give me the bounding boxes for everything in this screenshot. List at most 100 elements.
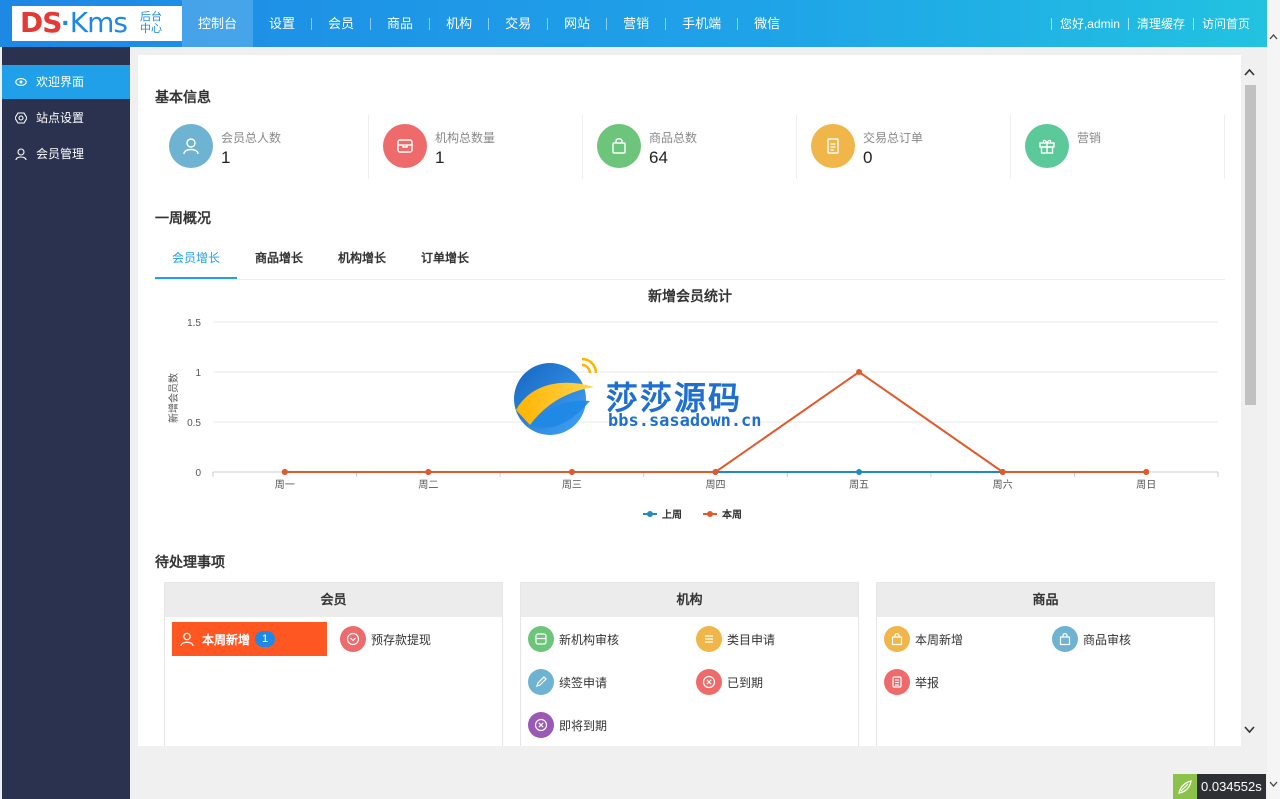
pending-item-label: 举报 xyxy=(915,675,940,690)
stat-value: 1 xyxy=(435,148,445,167)
legend-label[interactable]: 本周 xyxy=(722,508,742,521)
topnav-settings[interactable]: 设置 xyxy=(253,0,311,47)
pending-item-label: 商品审核 xyxy=(1083,632,1132,647)
window-scroll-down-icon[interactable] xyxy=(1267,777,1280,791)
debug-timer[interactable]: 0.034552s xyxy=(1173,774,1266,799)
chart-ylabel: 新增会员数 xyxy=(167,373,180,423)
sidebar-item-site-settings[interactable]: 站点设置 xyxy=(2,101,130,135)
topnav-members[interactable]: 会员 xyxy=(312,0,370,47)
series-point[interactable] xyxy=(712,469,719,475)
stat-label: 商品总数 xyxy=(649,131,698,145)
series-point[interactable] xyxy=(856,469,863,475)
stat-goods[interactable]: 商品总数 64 xyxy=(583,115,797,179)
pending-item-label: 即将到期 xyxy=(559,718,608,733)
scroll-up-icon[interactable] xyxy=(1241,63,1258,80)
y-tick-label: 0.5 xyxy=(187,418,201,429)
logo-subtitle: 后台 中心 xyxy=(140,11,170,35)
tab-member-growth[interactable]: 会员增长 xyxy=(155,242,238,279)
list-icon xyxy=(696,626,722,652)
pending-category-apply[interactable]: 类目申请 xyxy=(696,622,775,656)
scrollbar-thumb[interactable] xyxy=(1245,85,1256,405)
pending-item-label: 已到期 xyxy=(727,675,764,690)
sidebar-item-welcome[interactable]: 欢迎界面 xyxy=(2,65,130,99)
clear-cache-link[interactable]: 清理缓存 xyxy=(1129,15,1193,32)
logo-brand-right: Kms xyxy=(69,6,128,39)
user-icon xyxy=(14,148,28,160)
sidebar-item-label: 会员管理 xyxy=(36,147,85,161)
series-point[interactable] xyxy=(1143,469,1150,475)
stat-label: 机构总数量 xyxy=(435,131,496,145)
scroll-down-icon[interactable] xyxy=(1241,721,1258,738)
watermark: 莎莎源码 bbs.sasadown.cn xyxy=(510,355,770,445)
user-icon xyxy=(180,632,194,646)
legend-marker xyxy=(647,511,653,517)
tab-goods-growth[interactable]: 商品增长 xyxy=(238,242,320,279)
watermark-logo-icon xyxy=(514,357,598,435)
logo-sub-line1: 后台 xyxy=(140,11,162,23)
logo[interactable]: DS·Kms 后台 中心 xyxy=(12,6,182,41)
topnav-wechat[interactable]: 微信 xyxy=(738,0,796,47)
logo-sub-line2: 中心 xyxy=(140,23,162,35)
pending-report[interactable]: 举报 xyxy=(884,665,939,699)
series-point[interactable] xyxy=(568,469,575,475)
x-tick-label: 周一 xyxy=(275,479,295,491)
stat-label: 会员总人数 xyxy=(221,131,282,145)
pen-icon xyxy=(528,669,554,695)
user-greeting[interactable]: 您好,admin xyxy=(1052,15,1128,32)
pending-member-new-week[interactable]: 本周新增 1 xyxy=(172,622,327,656)
pending-expiring-soon[interactable]: 即将到期 xyxy=(528,708,607,742)
chart-yticks: 0 0.5 1 1.5 xyxy=(187,318,201,479)
document-icon xyxy=(811,124,855,168)
pending-goods-new-week[interactable]: 本周新增 xyxy=(884,622,963,656)
stat-members[interactable]: 会员总人数 1 xyxy=(155,115,369,179)
report-icon xyxy=(884,669,910,695)
pending-item-label: 类目申请 xyxy=(727,632,776,647)
top-bar: DS·Kms 后台 中心 控制台 设置 会员 商品 机构 交易 网站 营销 手机… xyxy=(0,0,1280,47)
x-tick-label: 周二 xyxy=(418,479,438,491)
series-point[interactable] xyxy=(281,469,288,475)
stat-value: 0 xyxy=(863,148,873,167)
pending-goods-review[interactable]: 商品审核 xyxy=(1052,622,1131,656)
stat-orders[interactable]: 交易总订单 0 xyxy=(797,115,1011,179)
pending-item-label: 本周新增 xyxy=(915,632,964,647)
pending-members-panel: 会员 本周新增 1 预存款提现 xyxy=(164,582,503,746)
y-tick-label: 1 xyxy=(195,368,201,379)
topnav-mobile[interactable]: 手机端 xyxy=(666,0,737,47)
x-tick-label: 周五 xyxy=(849,479,869,491)
topnav-goods[interactable]: 商品 xyxy=(371,0,429,47)
pending-group-title: 商品 xyxy=(877,583,1214,617)
sidebar-item-member-manage[interactable]: 会员管理 xyxy=(2,137,130,171)
topnav-marketing[interactable]: 营销 xyxy=(607,0,665,47)
gift-icon xyxy=(1025,124,1069,168)
series-point[interactable] xyxy=(999,469,1006,475)
stat-marketing[interactable]: 营销 xyxy=(1011,115,1225,179)
legend-label[interactable]: 上周 xyxy=(662,508,682,521)
topnav-website[interactable]: 网站 xyxy=(548,0,606,47)
main-scrollbar[interactable] xyxy=(1241,55,1258,746)
window-scroll-up-icon[interactable] xyxy=(1267,30,1280,44)
pending-new-institution-review[interactable]: 新机构审核 xyxy=(528,622,619,656)
series-point[interactable] xyxy=(425,469,432,475)
x-tick-label: 周日 xyxy=(1136,479,1156,491)
visit-home-link[interactable]: 访问首页 xyxy=(1194,15,1258,32)
topnav-trade[interactable]: 交易 xyxy=(489,0,547,47)
pending-institutions-panel: 机构 新机构审核 类目申请 续签申请 已到期 即将到期 xyxy=(520,582,859,746)
chart-legend: 上周 本周 xyxy=(643,508,742,521)
tab-institution-growth[interactable]: 机构增长 xyxy=(321,242,403,279)
pending-group-title: 机构 xyxy=(521,583,858,617)
pending-member-withdraw[interactable]: 预存款提现 xyxy=(340,622,431,656)
logo-mark: DS·Kms xyxy=(20,6,128,39)
store-icon xyxy=(383,124,427,168)
pending-goods-panel: 商品 本周新增 商品审核 举报 xyxy=(876,582,1215,746)
sidebar-item-label: 欢迎界面 xyxy=(36,75,85,89)
tab-order-growth[interactable]: 订单增长 xyxy=(404,242,486,279)
pending-renew-apply[interactable]: 续签申请 xyxy=(528,665,607,699)
pending-expired[interactable]: 已到期 xyxy=(696,665,763,699)
pending-item-label: 新机构审核 xyxy=(559,632,620,647)
topnav-institutions[interactable]: 机构 xyxy=(430,0,488,47)
window-scrollbar[interactable] xyxy=(1267,0,1280,799)
series-point[interactable] xyxy=(856,369,863,375)
stat-institutions[interactable]: 机构总数量 1 xyxy=(369,115,583,179)
pending-item-label: 预存款提现 xyxy=(371,632,432,647)
topnav-dashboard[interactable]: 控制台 xyxy=(182,0,254,47)
